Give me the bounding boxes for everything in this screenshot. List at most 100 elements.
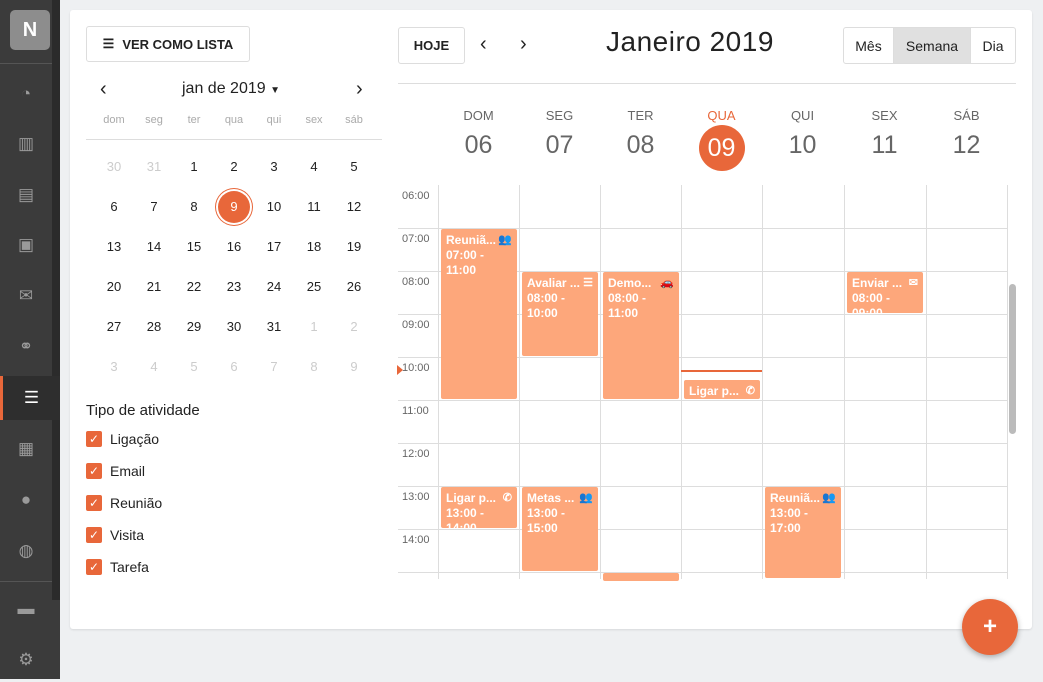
mini-day[interactable]: 27 (94, 310, 134, 344)
filter-checkbox[interactable]: ✓ Email (86, 463, 145, 479)
mini-day[interactable]: 9 (334, 350, 374, 384)
calendar-event[interactable]: Reuniã... 👥 07:00 - 11:00 (441, 229, 517, 399)
calendar-event[interactable]: Demo... 🚗 08:00 - 11:00 (603, 272, 679, 399)
mini-day[interactable]: 12 (334, 190, 374, 224)
calendar-event[interactable]: Avaliar ... ☰ 08:00 - 10:00 (522, 272, 598, 356)
mini-day[interactable]: 7 (134, 190, 174, 224)
day-number: 11 (307, 199, 321, 214)
view-mês[interactable]: Mês (843, 27, 894, 64)
view-dia[interactable]: Dia (970, 27, 1016, 64)
day-header[interactable]: SÁB 12 (926, 108, 1007, 160)
mini-day[interactable]: 16 (214, 230, 254, 264)
mini-day[interactable]: 5 (174, 350, 214, 384)
filter-checkbox[interactable]: ✓ Tarefa (86, 559, 149, 575)
mini-day[interactable]: 1 (174, 150, 214, 184)
logo[interactable]: N (10, 10, 50, 50)
day-header[interactable]: QUA 09 (681, 108, 762, 171)
day-number-wrap: 11 (844, 131, 925, 160)
mini-day[interactable]: 11 (294, 190, 334, 224)
mini-day[interactable]: 3 (254, 150, 294, 184)
mini-day[interactable]: 6 (214, 350, 254, 384)
weekday-label: dom (103, 114, 125, 126)
mini-day[interactable]: 22 (174, 270, 214, 304)
sidebar-item-contact-card[interactable]: ▤ (0, 173, 52, 217)
mini-day[interactable]: 3 (94, 350, 134, 384)
day-number: 6 (110, 199, 118, 214)
mini-day[interactable]: 15 (174, 230, 214, 264)
next-week-button[interactable]: › (520, 33, 527, 56)
mini-day[interactable]: 10 (254, 190, 294, 224)
sidebar-item-building[interactable]: ▥ (0, 122, 52, 166)
sidebar-item-briefcase[interactable]: ▦ (0, 427, 52, 471)
mini-day[interactable]: 13 (94, 230, 134, 264)
sidebar-item-globe[interactable]: ◍ (0, 529, 52, 573)
sidebar-item-gear[interactable]: ⚙ (0, 638, 52, 682)
mini-day[interactable]: 21 (134, 270, 174, 304)
grid-scrollbar[interactable] (1009, 284, 1016, 434)
mini-day[interactable]: 5 (334, 150, 374, 184)
view-as-list-button[interactable]: ☰ VER COMO LISTA (86, 26, 250, 62)
mini-day[interactable]: 1 (294, 310, 334, 344)
mini-day[interactable]: 2 (334, 310, 374, 344)
mini-day[interactable]: 29 (174, 310, 214, 344)
sidebar-scrollbar[interactable] (52, 0, 60, 600)
day-header[interactable]: SEX 11 (844, 108, 925, 160)
filter-checkbox[interactable]: ✓ Reunião (86, 495, 162, 511)
mini-day[interactable]: 31 (134, 150, 174, 184)
sidebar-item-envelope[interactable]: ✉ (0, 274, 52, 318)
mini-day[interactable]: 4 (134, 350, 174, 384)
mini-day[interactable]: 8 (294, 350, 334, 384)
mini-day[interactable]: 26 (334, 270, 374, 304)
day-column-line (762, 185, 763, 579)
mini-day[interactable]: 6 (94, 190, 134, 224)
today-button[interactable]: HOJE (398, 27, 465, 64)
day-header[interactable]: TER 08 (600, 108, 681, 160)
mini-day[interactable]: 24 (254, 270, 294, 304)
calendar-event[interactable]: Metas ... 👥 13:00 - 15:00 (522, 487, 598, 571)
prev-week-button[interactable]: ‹ (480, 33, 487, 56)
mini-next-button[interactable]: › (356, 78, 363, 101)
view-semana[interactable]: Semana (893, 27, 971, 64)
day-number-wrap: 06 (438, 131, 519, 160)
sidebar-item-tasks[interactable]: ☰ (0, 376, 60, 420)
mini-month-select[interactable]: jan de 2019 ▼ (182, 80, 280, 98)
mini-day[interactable]: 18 (294, 230, 334, 264)
day-header[interactable]: QUI 10 (762, 108, 843, 160)
mini-day[interactable]: 8 (174, 190, 214, 224)
mini-day[interactable]: 23 (214, 270, 254, 304)
calendar-event[interactable]: Ligar p... ✆ 13:00 - 14:00 (441, 487, 517, 528)
day-number: 3 (110, 359, 118, 374)
day-number: 9 (350, 359, 358, 374)
mini-day[interactable]: 25 (294, 270, 334, 304)
day-header[interactable]: SEG 07 (519, 108, 600, 160)
sidebar-item-handshake[interactable]: ⚭ (0, 325, 52, 369)
calendar-event[interactable]: Reuniã... 👥 13:00 - 17:00 (765, 487, 841, 578)
sidebar-item-toolbox[interactable]: ▬ (0, 587, 52, 631)
calendar-event[interactable]: Ligar p... ✆ 10:30 - 11:00 (684, 379, 760, 399)
mini-day[interactable]: 4 (294, 150, 334, 184)
add-activity-button[interactable]: + (962, 599, 1018, 655)
mini-day[interactable]: 20 (94, 270, 134, 304)
mini-day[interactable]: 28 (134, 310, 174, 344)
day-number: 10 (788, 131, 817, 159)
mini-day[interactable]: 14 (134, 230, 174, 264)
filter-checkbox[interactable]: ✓ Visita (86, 527, 144, 543)
day-number: 13 (106, 239, 122, 254)
calendar-event[interactable]: Enviar ... ✉ 08:00 - 09:00 (847, 272, 923, 313)
sidebar-item-address-book[interactable]: ▣ (0, 223, 52, 267)
event-header: Demo... 🚗 (608, 276, 674, 291)
calendar-event[interactable] (603, 573, 679, 581)
mini-day[interactable]: 9 (214, 190, 254, 224)
mini-prev-button[interactable]: ‹ (100, 78, 107, 101)
mini-day[interactable]: 17 (254, 230, 294, 264)
filter-checkbox[interactable]: ✓ Ligação (86, 431, 159, 447)
mini-day[interactable]: 31 (254, 310, 294, 344)
mini-day[interactable]: 19 (334, 230, 374, 264)
mini-day[interactable]: 30 (94, 150, 134, 184)
day-header[interactable]: DOM 06 (438, 108, 519, 160)
mini-day[interactable]: 30 (214, 310, 254, 344)
mini-day[interactable]: 7 (254, 350, 294, 384)
sidebar-item-dashboard[interactable]: ◔ (0, 72, 52, 116)
mini-day[interactable]: 2 (214, 150, 254, 184)
sidebar-item-user[interactable]: ● (0, 478, 52, 522)
